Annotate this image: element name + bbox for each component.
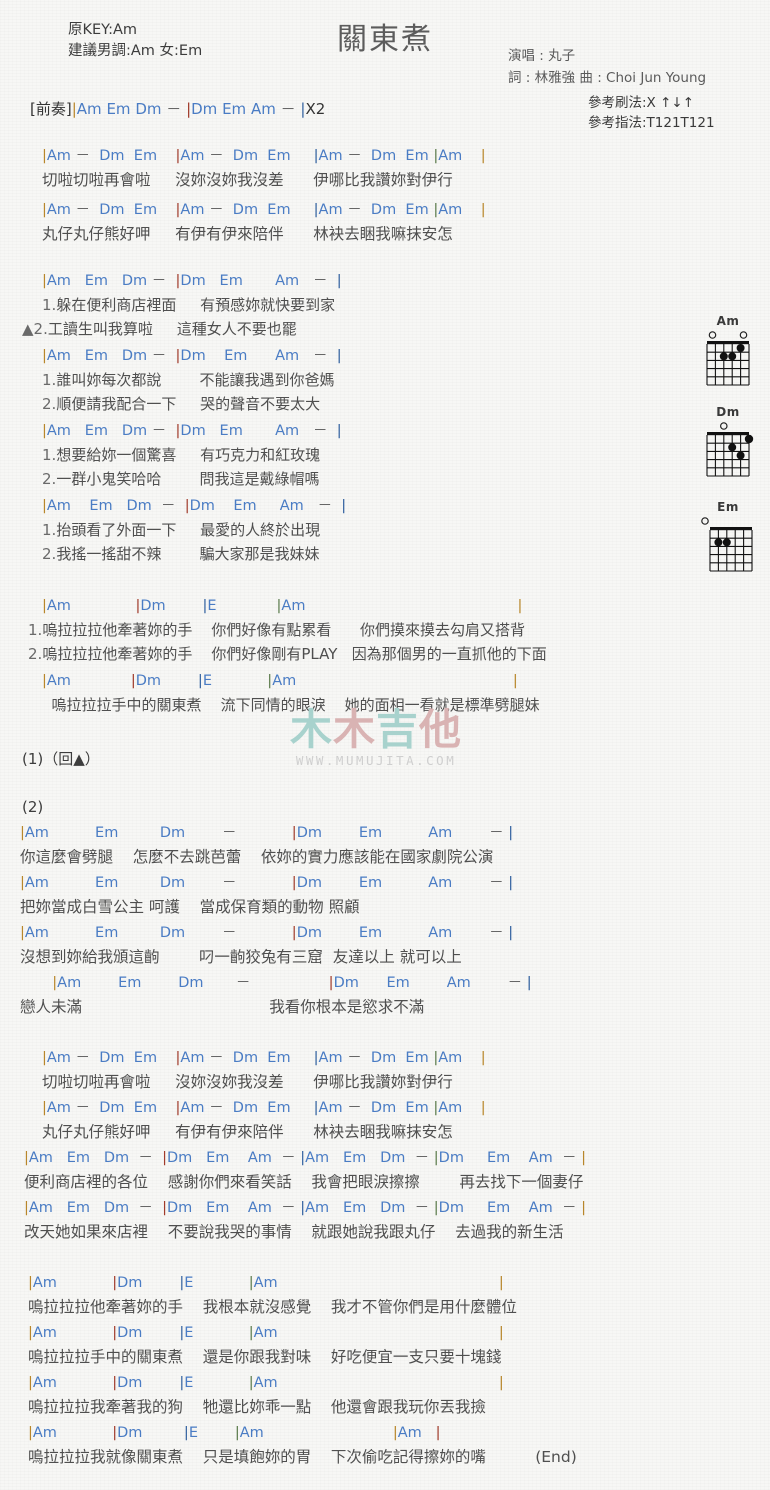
- verse-3-block-1: |Am － Dm Em |Am － Dm Em |Am － Dm Em |Am …: [42, 1047, 770, 1094]
- chord-line: |Am Em Dm － |Dm Em Am － |: [52, 975, 532, 991]
- reference-notation: 參考刷法:X ↑↓↑ 參考指法:T121T121: [588, 93, 715, 133]
- credits: 演唱 : 丸子 詞 : 林雅強 曲 : Choi Jun Young: [508, 45, 706, 89]
- lyric-line-1: 1.誰叫妳每次都說 不能讓我遇到你爸媽: [42, 371, 335, 389]
- watermark-url: WWW.MUMUJITA.COM: [295, 753, 457, 768]
- lyric-line: 你這麼會劈腿 怎麼不去跳芭蕾 依妳的實力應該能在國家劇院公演: [20, 848, 494, 866]
- lyric-line: 嗚拉拉拉我就像關東煮 只是填飽妳的胃 下次偷吃記得擦妳的嘴 (End): [28, 1448, 577, 1466]
- lyric-line: 切啦切啦再會啦 沒妳沒妳我沒差 伊哪比我讚妳對伊行: [42, 171, 453, 189]
- chorus-1-block-2: |Am |Dm |E |Am | 嗚拉拉拉手中的關東煮 流下同情的眼淚 她的面相…: [28, 670, 770, 717]
- chord-line: |Am |Dm |E |Am |: [28, 1375, 504, 1391]
- chord-line: |Am － Dm Em |Am － Dm Em |Am － Dm Em |Am …: [42, 202, 486, 218]
- lyric-line-2: 2.順便請我配合一下 哭的聲音不要太大: [42, 395, 321, 413]
- section-marker-2: (2): [22, 798, 44, 816]
- lyric-line: 丸仔丸仔熊好呷 有伊有伊來陪伴 林袂去睏我嘛抹安怎: [42, 225, 453, 243]
- verse-2-block-2: |Am Em Dm － |Dm Em Am － | 1.誰叫妳每次都說 不能讓我…: [42, 345, 770, 416]
- lyric-line-1: 1.抬頭看了外面一下 最愛的人終於出現: [42, 521, 321, 539]
- chord-line: |Am Em Dm － |Dm Em Am － |Am Em Dm － |Dm …: [24, 1150, 586, 1166]
- chorus-2-block-1: |Am |Dm |E |Am | 嗚拉拉拉他牽著妳的手 我根本就沒感覺 我才不管…: [28, 1272, 770, 1319]
- lyric-line: 丸仔丸仔熊好呷 有伊有伊來陪伴 林袂去睏我嘛抹安怎: [42, 1123, 453, 1141]
- chord-diagram-grid-em: [701, 517, 753, 572]
- section-2-block-1: |Am Em Dm － |Dm Em Am － | 你這麼會劈腿 怎麼不去跳芭蕾…: [20, 822, 770, 869]
- verse-1-block: |Am － Dm Em |Am － Dm Em |Am － Dm Em |Am …: [42, 145, 770, 246]
- repeat-marker-1: (1)（回▲）: [22, 750, 100, 768]
- chord-line: |Am Em Dm － |Dm Em Am － |: [42, 348, 342, 364]
- verse-2-block-3: |Am Em Dm － |Dm Em Am － | 1.想要給妳一個驚喜 有巧克…: [42, 420, 770, 491]
- chord-sheet: 原KEY:Am 建議男調:Am 女:Em 關東煮 演唱 : 丸子 詞 : 林雅強…: [0, 0, 770, 1490]
- verse-3-block-2: |Am － Dm Em |Am － Dm Em |Am － Dm Em |Am …: [42, 1097, 770, 1144]
- section-2-block-4: |Am Em Dm － |Dm Em Am － | 戀人未滿 我看你根本是慾求不…: [20, 972, 770, 1019]
- lyric-line: 嗚拉拉拉手中的關東煮 流下同情的眼淚 她的面相一看就是標準劈腿妹: [42, 696, 540, 714]
- intro-chords: |Am Em Dm － |Dm Em Am － |X2: [71, 100, 326, 118]
- strumming-reference: 參考刷法:X ↑↓↑: [588, 95, 695, 111]
- fingerstyle-reference: 參考指法:T121T121: [588, 115, 715, 131]
- lyric-line: 把妳當成白雪公主 呵護 當成保育類的動物 照顧: [20, 898, 360, 916]
- chord-diagram-name: Dm: [716, 405, 740, 419]
- chord-diagram-am: Am: [697, 314, 759, 388]
- chord-diagram-dm: Dm: [697, 405, 759, 479]
- lyric-line-2: 2.一群小鬼笑哈哈 問我這是戴綠帽嗎: [42, 470, 320, 488]
- chord-diagram-name: Em: [717, 500, 739, 514]
- lyric-line: 戀人未滿 我看你根本是慾求不滿: [20, 998, 425, 1016]
- chorus-1-block-1: |Am |Dm |E |Am | 1.嗚拉拉拉他牽著妳的手 你們好像有點累看 你…: [28, 595, 770, 666]
- lyric-line: 嗚拉拉拉手中的關東煮 還是你跟我對味 好吃便宜一支只要十塊錢: [28, 1348, 502, 1366]
- chord-diagram-name: Am: [716, 314, 740, 328]
- site-watermark: 木木吉他 WWW.MUMUJITA.COM: [290, 708, 462, 769]
- intro-label: [前奏]: [30, 100, 72, 118]
- chord-line: |Am Em Dm － |Dm Em Am － |: [42, 498, 347, 514]
- verse-2-block-1: |Am Em Dm － |Dm Em Am － | 1.躲在便利商店裡面 有預感…: [22, 270, 770, 341]
- lyric-line: 嗚拉拉拉我牽著我的狗 牠還比妳乖一點 他還會跟我玩你丟我撿: [28, 1398, 486, 1416]
- chord-line: |Am Em Dm － |Dm Em Am － |: [20, 925, 514, 941]
- lyric-line: 便利商店裡的各位 感謝你們來看笑話 我會把眼淚擦擦 再去找下一個妻仔: [24, 1173, 584, 1191]
- chord-line: |Am － Dm Em |Am － Dm Em |Am － Dm Em |Am …: [42, 148, 486, 164]
- verse-3-block-4: |Am Em Dm － |Dm Em Am － |Am Em Dm － |Dm …: [24, 1197, 770, 1244]
- section-2-block-2: |Am Em Dm － |Dm Em Am － | 把妳當成白雪公主 呵護 當成…: [20, 872, 770, 919]
- chorus-2-block-2: |Am |Dm |E |Am | 嗚拉拉拉手中的關東煮 還是你跟我對味 好吃便宜…: [28, 1322, 770, 1369]
- lyric-line-2: 2.我搖一搖甜不辣 騙大家那是我妹妹: [42, 545, 320, 563]
- chord-line: |Am |Dm |E |Am |: [28, 1325, 504, 1341]
- chorus-2-block-4: |Am |Dm |E |Am |Am | 嗚拉拉拉我就像關東煮 只是填飽妳的胃 …: [28, 1422, 770, 1469]
- writer-credit: 詞 : 林雅強 曲 : Choi Jun Young: [508, 70, 707, 86]
- lyric-line: 切啦切啦再會啦 沒妳沒妳我沒差 伊哪比我讚妳對伊行: [42, 1073, 453, 1091]
- chorus-2-block-3: |Am |Dm |E |Am | 嗚拉拉拉我牽著我的狗 牠還比妳乖一點 他還會跟…: [28, 1372, 770, 1419]
- chord-line: |Am |Dm |E |Am |: [42, 673, 518, 689]
- lyric-line-2: ▲2.工讀生叫我算啦 這種女人不要也罷: [22, 320, 297, 338]
- lyric-line: 沒想到妳給我頒這齣 叼一齣狡兔有三窟 友達以上 就可以上: [20, 948, 462, 966]
- intro-section: [前奏]|Am Em Dm － |Dm Em Am － |X2: [30, 98, 325, 119]
- singer-credit: 演唱 : 丸子: [508, 48, 576, 64]
- lyric-line: 嗚拉拉拉他牽著妳的手 我根本就沒感覺 我才不管你們是用什麼體位: [28, 1298, 517, 1316]
- chord-line: |Am |Dm |E |Am |Am |: [28, 1425, 441, 1441]
- chord-line: |Am |Dm |E |Am |: [28, 1275, 504, 1291]
- chord-diagram-grid-dm: [706, 422, 754, 477]
- lyric-line-1: 1.躲在便利商店裡面 有預感妳就快要到家: [42, 296, 336, 314]
- section-2-block-3: |Am Em Dm － |Dm Em Am － | 沒想到妳給我頒這齣 叼一齣狡…: [20, 922, 770, 969]
- chord-line: |Am |Dm |E |Am |: [42, 598, 523, 614]
- lyric-line-1: 1.嗚拉拉拉他牽著妳的手 你們好像有點累看 你們摸來摸去勾肩又搭背: [28, 621, 525, 639]
- verse-3-block-3: |Am Em Dm － |Dm Em Am － |Am Em Dm － |Dm …: [24, 1147, 770, 1194]
- chord-line: |Am Em Dm － |Dm Em Am － |: [42, 423, 342, 439]
- chord-line: |Am － Dm Em |Am － Dm Em |Am － Dm Em |Am …: [42, 1100, 486, 1116]
- verse-2-block-4: |Am Em Dm － |Dm Em Am － | 1.抬頭看了外面一下 最愛的…: [42, 495, 770, 566]
- chord-line: |Am － Dm Em |Am － Dm Em |Am － Dm Em |Am …: [42, 1050, 486, 1066]
- chord-line: |Am Em Dm － |Dm Em Am － |: [42, 273, 342, 289]
- chord-line: |Am Em Dm － |Dm Em Am － |: [20, 875, 514, 891]
- lyric-line-1: 1.想要給妳一個驚喜 有巧克力和紅玫瑰: [42, 446, 321, 464]
- chord-line: |Am Em Dm － |Dm Em Am － |: [20, 825, 514, 841]
- lyric-line: 改天她如果來店裡 不要說我哭的事情 就跟她說我跟丸仔 去過我的新生活: [24, 1223, 564, 1241]
- chord-line: |Am Em Dm － |Dm Em Am － |Am Em Dm － |Dm …: [24, 1200, 586, 1216]
- chord-diagram-grid-am: [706, 331, 750, 386]
- chord-diagram-em: Em: [697, 500, 759, 574]
- lyric-line-2: 2.嗚拉拉拉他牽著妳的手 你們好像剛有PLAY 因為那個男的一直抓他的下面: [28, 645, 547, 663]
